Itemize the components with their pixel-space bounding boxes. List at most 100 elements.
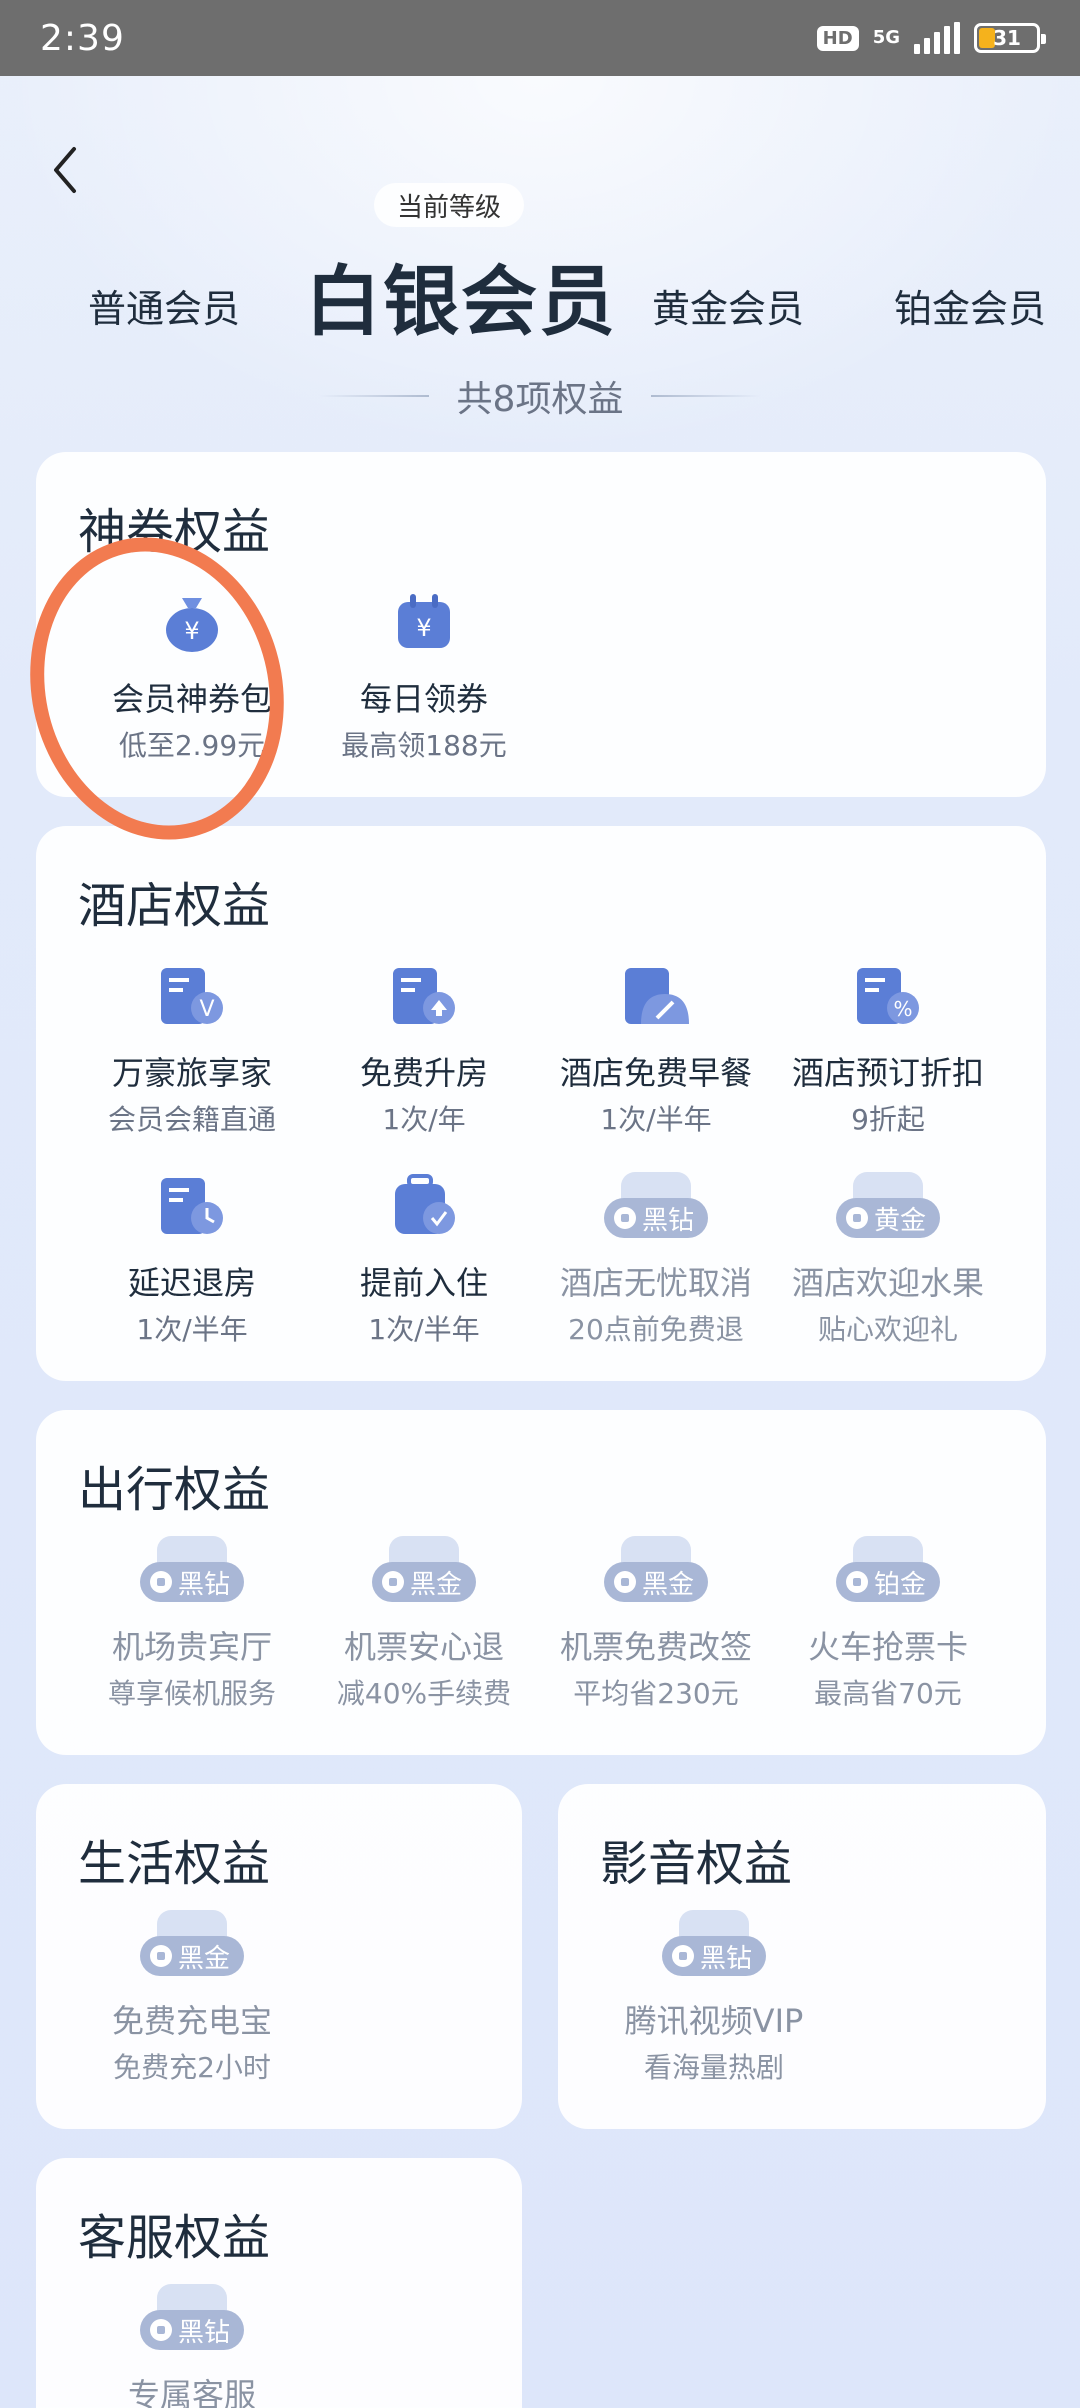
benefit-name: 酒店无忧取消 [559,1264,752,1302]
tier-lock-badge: 黑金 [139,1936,244,1976]
benefit-desc: 最高省70元 [814,1677,962,1710]
benefit-name: 火车抢票卡 [807,1628,968,1666]
benefit-name: 酒店预订折扣 [791,1054,984,1092]
benefit-name: 提前入住 [359,1264,488,1302]
section-title: 客服权益 [78,2210,271,2266]
benefit-item[interactable]: 免费升房 1次/年 [308,956,540,1138]
badge-label: 黑钻 [177,1569,230,1600]
benefit-item[interactable]: 提前入住 1次/半年 [308,1166,540,1348]
tier-tab-gold[interactable]: 黄金会员 [652,278,804,333]
badge-label: 黑钻 [177,2317,230,2348]
divider-right [651,395,762,397]
benefit-item-locked[interactable]: 黑钻 腾讯视频VIP 看海量热剧 [598,1904,830,2086]
lock-icon [845,1207,868,1229]
hd-icon: HD [816,25,859,51]
section-title: 出行权益 [78,1462,271,1518]
benefit-name: 酒店欢迎水果 [791,1264,984,1302]
tier-lock-badge: 黑钻 [139,2310,244,2350]
tier-tab-silver[interactable]: 白银会员 [305,240,617,350]
benefit-name: 每日领券 [359,680,488,718]
benefit-item-locked[interactable]: 黑钻 酒店无忧取消 20点前免费退 [540,1166,772,1348]
tier-lock-badge: 黑金 [603,1562,708,1602]
discount-icon: % [772,956,1004,1036]
locked-icon-area: 铂金 [772,1530,1004,1610]
badge-label: 铂金 [873,1569,926,1600]
benefit-desc: 会员会籍直通 [107,1103,276,1136]
locked-icon-area: 黑钻 [76,1530,308,1610]
benefit-name: 机票免费改签 [559,1628,752,1666]
locked-icon-area: 黑金 [540,1530,772,1610]
benefit-name: 免费升房 [359,1054,488,1092]
tier-tab-platinum[interactable]: 铂金会员 [894,278,1046,333]
benefit-desc: 1次/年 [382,1103,466,1136]
benefit-item[interactable]: % 酒店预订折扣 9折起 [772,956,1004,1138]
benefit-count-text: 共8项权益 [456,379,624,420]
lock-icon [149,1571,172,1593]
benefit-desc: 看海量热剧 [643,2051,784,2084]
tier-lock-badge: 黑钻 [603,1198,708,1238]
benefit-item[interactable]: 延迟退房 1次/半年 [76,1166,308,1348]
tier-lock-badge: 黑金 [371,1562,476,1602]
locked-icon-area: 黑钻 [76,2278,308,2358]
benefit-name: 腾讯视频VIP [624,2002,804,2040]
network-type: 5G [872,27,900,48]
service-benefits-card: 客服权益 黑钻 专属客服 [36,2158,522,2408]
badge-label: 黑金 [177,1943,230,1974]
chevron-left-icon [54,147,76,193]
locked-icon-area: 黑钻 [598,1904,830,1984]
benefit-desc: 9折起 [851,1103,925,1136]
section-title: 影音权益 [600,1836,793,1892]
locked-icon-area: 黑金 [76,1904,308,1984]
tier-tab-regular[interactable]: 普通会员 [88,278,240,333]
current-level-tag: 当前等级 [374,183,524,227]
benefit-item-locked[interactable]: 黄金 酒店欢迎水果 贴心欢迎礼 [772,1166,1004,1348]
benefit-item[interactable]: 酒店免费早餐 1次/半年 [540,956,772,1138]
benefit-count: 共8项权益 [0,370,1080,422]
benefit-desc: 1次/半年 [600,1103,712,1136]
lock-icon [845,1571,868,1593]
badge-label: 黄金 [873,1205,926,1236]
benefit-item-locked[interactable]: 铂金 火车抢票卡 最高省70元 [772,1530,1004,1712]
travel-benefits-card: 出行权益 黑钻 机场贵宾厅 尊享候机服务 黑金 机票安心退 减40%手续费 黑金… [36,1410,1046,1755]
late-checkout-icon [76,1166,308,1246]
lock-icon [671,1945,694,1967]
benefit-item[interactable]: ¥ 每日领券 最高领188元 [308,582,540,764]
tier-lock-badge: 黄金 [835,1198,940,1238]
benefit-item-locked[interactable]: 黑金 免费充电宝 免费充2小时 [76,1904,308,2086]
lock-icon [613,1207,636,1229]
benefit-name: 延迟退房 [127,1264,256,1302]
benefit-item-locked[interactable]: 黑钻 专属客服 [76,2278,308,2408]
benefit-item[interactable]: V 万豪旅享家 会员会籍直通 [76,956,308,1138]
status-bar: 2:39 HD 5G 31 [0,0,1080,76]
badge-label: 黑金 [409,1569,462,1600]
badge-label: 黑钻 [641,1205,694,1236]
benefit-item-locked[interactable]: 黑金 机票免费改签 平均省230元 [540,1530,772,1712]
benefit-desc: 尊享候机服务 [107,1677,276,1710]
tier-lock-badge: 黑钻 [661,1936,766,1976]
benefit-desc: 1次/半年 [136,1313,248,1346]
benefit-desc: 平均省230元 [573,1677,739,1710]
tier-lock-badge: 铂金 [835,1562,940,1602]
status-time: 2:39 [40,17,125,59]
tier-lock-badge: 黑钻 [139,1562,244,1602]
room-upgrade-icon [308,956,540,1036]
hotel-v-icon: V [76,956,308,1036]
benefit-desc: 1次/半年 [368,1313,480,1346]
benefit-name: 专属客服 [127,2376,256,2408]
svg-text:%: % [893,997,912,1021]
svg-text:V: V [199,997,214,1022]
benefit-item-locked[interactable]: 黑钻 机场贵宾厅 尊享候机服务 [76,1530,308,1712]
divider-left [318,395,429,397]
battery-icon: 31 [974,23,1046,53]
section-title: 生活权益 [78,1836,271,1892]
early-checkin-icon [308,1166,540,1246]
benefit-desc: 贴心欢迎礼 [817,1313,958,1346]
status-icons: HD 5G 31 [816,22,1046,54]
benefit-desc: 免费充2小时 [113,2051,271,2084]
media-benefits-card: 影音权益 黑钻 腾讯视频VIP 看海量热剧 [558,1784,1046,2129]
benefit-name: 酒店免费早餐 [559,1054,752,1092]
benefit-item-locked[interactable]: 黑金 机票安心退 减40%手续费 [308,1530,540,1712]
daily-coupon-icon: ¥ [308,582,540,662]
locked-icon-area: 黑钻 [540,1166,772,1246]
back-button[interactable] [40,140,90,200]
